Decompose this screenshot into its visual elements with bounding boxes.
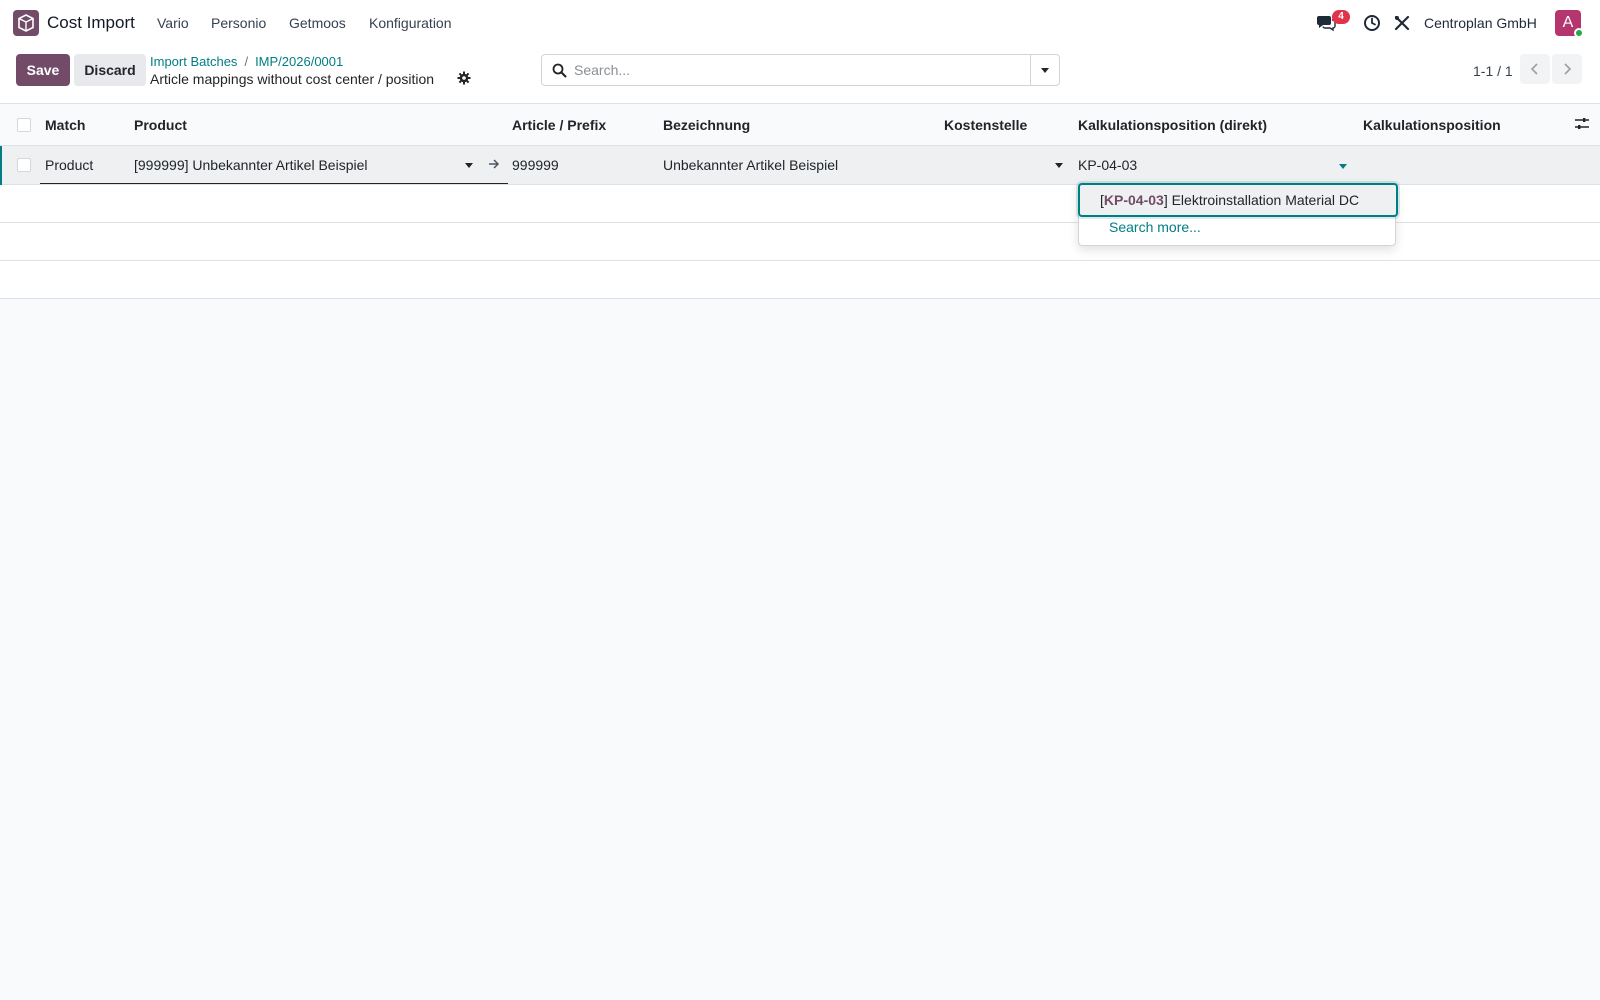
clock-icon[interactable] [1361,12,1383,34]
tools-icon[interactable] [1391,12,1413,34]
cell-bezeichnung[interactable]: Unbekannter Artikel Beispiel [663,157,838,173]
pager-previous-button[interactable] [1520,54,1550,84]
table-row[interactable]: Product [999999] Unbekannter Artikel Bei… [0,146,1600,185]
menu-item-konfiguration[interactable]: Konfiguration [369,15,452,31]
save-button[interactable]: Save [16,54,70,86]
optional-columns-icon[interactable] [1574,116,1590,135]
row-checkbox[interactable] [17,158,31,172]
column-header-kalk[interactable]: Kalkulationsposition [1363,117,1501,133]
cell-article[interactable]: 999999 [512,157,559,173]
presence-status-dot [1574,28,1584,38]
page-title: Article mappings without cost center / p… [150,71,435,87]
breadcrumb: Import Batches / IMP/2026/0001 [150,54,343,69]
kostenstelle-dropdown-caret-icon[interactable] [1055,163,1063,168]
column-header-article[interactable]: Article / Prefix [512,117,606,133]
option-match-highlight: KP-04-03 [1103,192,1164,208]
search-more-link[interactable]: Search more... [1109,219,1201,235]
search-icon [552,63,567,78]
column-header-kostenstelle[interactable]: Kostenstelle [944,117,1027,133]
product-field-input[interactable]: [999999] Unbekannter Artikel Beispiel [134,157,367,173]
search-input[interactable] [574,55,1014,85]
breadcrumb-batch[interactable]: IMP/2026/0001 [255,54,343,69]
internal-link-arrow-icon[interactable] [488,157,500,172]
autocomplete-option[interactable]: [KP-04-03] Elektroinstallation Material … [1078,183,1398,217]
messages-badge: 4 [1332,10,1350,24]
column-header-bezeichnung[interactable]: Bezeichnung [663,117,750,133]
control-panel: Save Discard Import Batches / IMP/2026/000… [0,46,1600,104]
chevron-right-icon [1564,63,1572,75]
option-label: ] Elektroinstallation Material DC [1163,192,1360,208]
empty-row [0,261,1600,299]
cell-match[interactable]: Product [45,157,93,173]
autocomplete-dropdown: [KP-04-03] Elektroinstallation Material … [1078,183,1398,246]
column-header-match[interactable]: Match [45,117,85,133]
app-logo-icon[interactable] [13,10,39,36]
search-bar [541,54,1030,86]
caret-down-icon [1041,67,1049,73]
pager-value[interactable]: 1-1 / 1 [1473,63,1513,79]
menu-item-personio[interactable]: Personio [211,15,266,31]
breadcrumb-separator: / [244,54,249,69]
pager-next-button[interactable] [1552,54,1582,84]
column-header-product[interactable]: Product [134,117,187,133]
search-options-toggle[interactable] [1030,54,1060,86]
row-edit-indicator [0,146,2,185]
product-dropdown-caret-icon[interactable] [465,163,473,168]
breadcrumb-import-batches[interactable]: Import Batches [150,54,237,69]
menu-item-vario[interactable]: Vario [157,15,189,31]
table-header: Match Product Article / Prefix Bezeichnu… [0,104,1600,146]
select-all-checkbox[interactable] [17,118,31,132]
kalk-direkt-dropdown-caret-icon[interactable] [1339,164,1347,169]
chevron-left-icon [1530,63,1538,75]
menu-item-getmoos[interactable]: Getmoos [289,15,346,31]
gear-icon[interactable] [457,71,471,85]
kalk-direkt-field-input[interactable]: KP-04-03 [1078,157,1137,173]
column-header-kalk-direkt[interactable]: Kalkulationsposition (direkt) [1078,117,1267,133]
discard-button[interactable]: Discard [74,54,146,86]
product-field-underline [40,183,508,184]
top-navbar: Cost Import Vario Personio Getmoos Konfi… [0,0,1600,46]
company-switcher[interactable]: Centroplan GmbH [1424,15,1537,31]
app-title[interactable]: Cost Import [47,13,135,33]
